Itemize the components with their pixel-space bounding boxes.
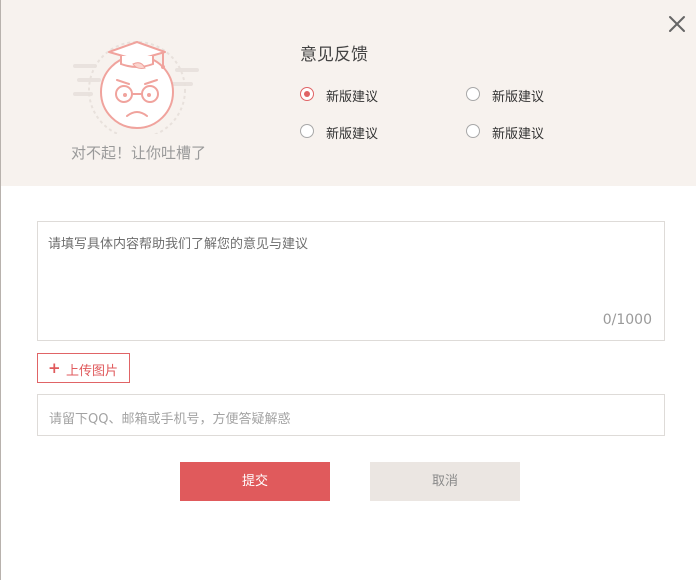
radio-icon[interactable] — [466, 124, 480, 138]
radio-icon[interactable] — [466, 87, 480, 101]
sad-mascot-illustration — [73, 41, 199, 134]
upload-label: 上传图片 — [66, 364, 119, 379]
option-label: 新版建议 — [492, 127, 545, 142]
char-counter: 0/1000 — [602, 312, 652, 328]
submit-button[interactable]: 提交 — [180, 462, 330, 501]
feedback-dialog: 对不起！让你吐槽了 意见反馈 新版建议 新版建议 新版建议 新版建议 请填写具体… — [0, 0, 696, 580]
option-label: 新版建议 — [326, 90, 379, 105]
option-label: 新版建议 — [492, 90, 545, 105]
option-2[interactable]: 新版建议 — [466, 86, 566, 106]
option-1[interactable]: 新版建议 — [300, 86, 400, 106]
feedback-textarea[interactable]: 请填写具体内容帮助我们了解您的意见与建议 0/1000 — [37, 221, 665, 341]
option-3[interactable]: 新版建议 — [300, 123, 400, 143]
contact-placeholder: 请留下QQ、邮箱或手机号，方便答疑解惑 — [49, 412, 291, 427]
upload-image-button[interactable]: + 上传图片 — [37, 353, 130, 383]
contact-input[interactable]: 请留下QQ、邮箱或手机号，方便答疑解惑 — [37, 394, 665, 436]
radio-selected-icon[interactable] — [300, 87, 314, 101]
dialog-header: 对不起！让你吐槽了 意见反馈 新版建议 新版建议 新版建议 新版建议 — [1, 0, 696, 186]
close-icon — [669, 16, 685, 32]
cancel-button[interactable]: 取消 — [370, 462, 520, 501]
option-4[interactable]: 新版建议 — [466, 123, 566, 143]
option-label: 新版建议 — [326, 127, 379, 142]
dialog-title: 意见反馈 — [300, 45, 368, 65]
radio-icon[interactable] — [300, 124, 314, 138]
close-button[interactable] — [665, 12, 689, 36]
feedback-placeholder: 请填写具体内容帮助我们了解您的意见与建议 — [48, 237, 309, 252]
plus-icon: + — [48, 359, 61, 377]
sorry-text: 对不起！让你吐槽了 — [70, 144, 206, 162]
